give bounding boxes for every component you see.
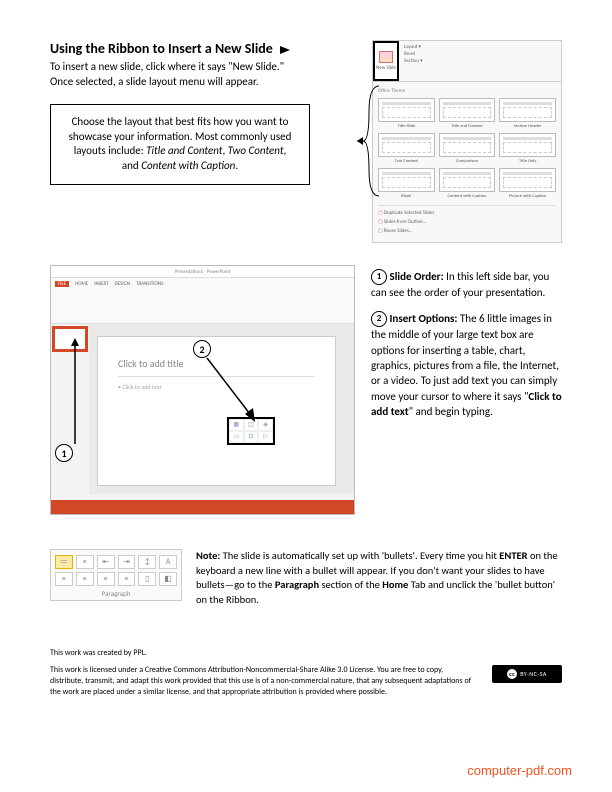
annotations-text: 1 Slide Order: In this left side bar, yo… xyxy=(371,265,562,515)
powerpoint-window: Presentation1 - PowerPoint FILE HOME INS… xyxy=(50,265,355,515)
insert-options-label: Insert Options: xyxy=(390,312,458,325)
arrow-badge2-icon xyxy=(201,356,271,436)
ribbon-layout-options: Layout ▾ Reset Section ▾ xyxy=(399,41,561,81)
tab-design[interactable]: DESIGN xyxy=(115,281,130,287)
callout-box: Choose the layout that best fits how you… xyxy=(50,104,310,185)
inline-badge-1: 1 xyxy=(371,269,387,285)
arrow-right-icon xyxy=(280,46,290,54)
tab-file[interactable]: FILE xyxy=(55,281,69,287)
increase-indent-button[interactable]: ⇥ xyxy=(118,555,136,569)
ribbon-slide-menu: New Slide Layout ▾ Reset Section ▾ Offic… xyxy=(372,40,562,243)
credits-line1: This work was created by PPL. xyxy=(50,648,562,659)
tab-home[interactable]: HOME xyxy=(75,281,88,287)
section-heading: Using the Ribbon to Insert a New Slide xyxy=(50,40,354,57)
watermark: computer-pdf.com xyxy=(467,763,572,778)
tab-insert[interactable]: INSERT xyxy=(94,281,108,287)
heading-text: Using the Ribbon to Insert a New Slide xyxy=(50,40,273,57)
layout-option[interactable]: Title and Content xyxy=(439,98,496,129)
reuse-slides[interactable]: Reuse Slides... xyxy=(378,227,556,236)
callout-i1: Title and Content xyxy=(146,144,222,157)
window-titlebar: Presentation1 - PowerPoint xyxy=(51,266,354,278)
paragraph-ribbon-group: ≔ ≡ ⇤ ⇥ ↕ A ≡ ≡ ≡ ≡ ▯ ◧ Paragraph xyxy=(50,549,182,601)
layout-option[interactable]: Title Only xyxy=(499,133,556,164)
note-label: Note: xyxy=(196,549,220,562)
gallery-label: Office Theme xyxy=(378,88,556,94)
arrow-badge1-icon xyxy=(69,336,89,448)
gallery-footer: Duplicate Selected Slides Slides from Ou… xyxy=(378,205,556,236)
paragraph-group-label: Paragraph xyxy=(55,589,177,598)
line-spacing-button[interactable]: ↕ xyxy=(138,555,156,569)
layout-option[interactable]: Content with Caption xyxy=(439,168,496,199)
align-left-button[interactable]: ≡ xyxy=(55,572,73,586)
layout-option[interactable]: Section Header xyxy=(499,98,556,129)
justify-button[interactable]: ≡ xyxy=(118,572,136,586)
ribbon-layout-btn[interactable]: Layout ▾ xyxy=(404,44,556,51)
note-paragraph: Note: The slide is automatically set up … xyxy=(196,549,562,608)
align-right-button[interactable]: ≡ xyxy=(97,572,115,586)
window-ribbon: FILE HOME INSERT DESIGN TRANSITIONS xyxy=(51,278,354,324)
annotation-badge-2: 2 xyxy=(193,340,211,358)
new-slide-button[interactable]: New Slide xyxy=(373,41,399,81)
text-direction-button[interactable]: A xyxy=(159,555,177,569)
align-center-button[interactable]: ≡ xyxy=(76,572,94,586)
insert-options-text2: " and begin typing. xyxy=(409,405,493,418)
annotation-badge-1: 1 xyxy=(55,444,73,462)
slides-from-outline[interactable]: Slides from Outline... xyxy=(378,218,556,227)
inline-badge-2: 2 xyxy=(371,311,387,327)
layout-option[interactable]: Comparison xyxy=(439,133,496,164)
numbering-button[interactable]: ≡ xyxy=(76,555,94,569)
bullets-button[interactable]: ≔ xyxy=(55,555,73,569)
callout-i2: Two Content xyxy=(228,144,284,157)
brace-connector-icon xyxy=(355,84,391,199)
status-bar xyxy=(51,500,354,514)
new-slide-icon xyxy=(379,51,393,63)
convert-smartart-button[interactable]: ◧ xyxy=(159,572,177,586)
decrease-indent-button[interactable]: ⇤ xyxy=(97,555,115,569)
duplicate-slides[interactable]: Duplicate Selected Slides xyxy=(378,209,556,218)
credits-section: This work was created by PPL. This work … xyxy=(50,648,562,699)
columns-button[interactable]: ▯ xyxy=(138,572,156,586)
intro-line1: To insert a new slide, click where it sa… xyxy=(50,60,284,73)
ribbon-reset-btn[interactable]: Reset xyxy=(404,51,556,58)
credits-license-text: This work is licensed under a Creative C… xyxy=(50,665,472,699)
tab-transitions[interactable]: TRANSITIONS xyxy=(136,281,163,287)
new-slide-label: New Slide xyxy=(376,65,396,71)
ribbon-section-btn[interactable]: Section ▾ xyxy=(404,58,556,65)
intro-line2: Once selected, a slide layout menu will … xyxy=(50,75,259,88)
slide-order-label: Slide Order: xyxy=(390,270,444,283)
layout-gallery: Office Theme Title Slide Title and Conte… xyxy=(373,81,561,242)
cc-license-badge: ccBY-NC-SA xyxy=(492,665,562,683)
layout-option[interactable]: Picture with Caption xyxy=(499,168,556,199)
callout-i3: Content with Caption xyxy=(141,159,235,172)
intro-paragraph: To insert a new slide, click where it sa… xyxy=(50,60,354,90)
